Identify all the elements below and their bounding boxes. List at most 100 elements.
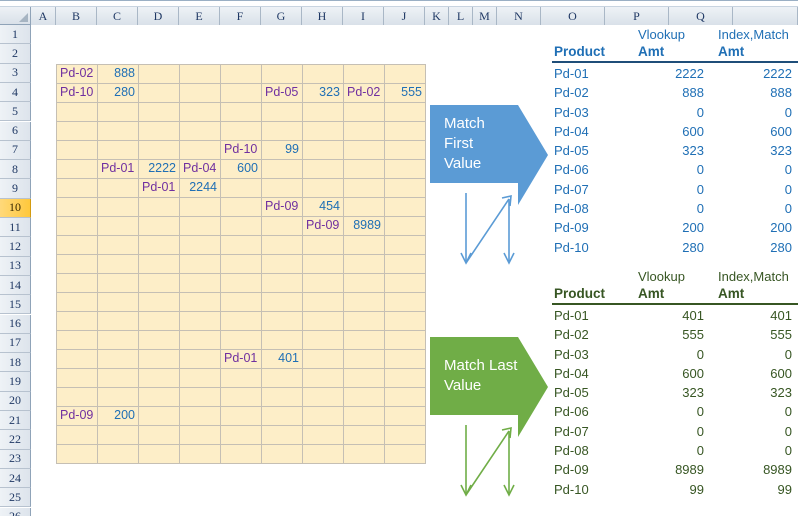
cell-C16[interactable] [98, 311, 139, 330]
column-header-e[interactable]: E [179, 7, 220, 25]
cell-C7[interactable] [98, 140, 139, 159]
cell-I9[interactable] [344, 178, 385, 197]
row-header-19[interactable]: 19 [0, 372, 31, 391]
cell-B16[interactable] [57, 311, 98, 330]
cell-E13[interactable] [180, 254, 221, 273]
row-header-23[interactable]: 23 [0, 450, 31, 469]
cell-J8[interactable] [385, 159, 426, 178]
column-header-j[interactable]: J [384, 7, 425, 25]
cell-I4[interactable]: Pd-02 [344, 83, 385, 102]
cell-B22[interactable] [57, 425, 98, 444]
cell-D15[interactable] [139, 292, 180, 311]
cell-J14[interactable] [385, 273, 426, 292]
cell-B19[interactable] [57, 368, 98, 387]
cell-E16[interactable] [180, 311, 221, 330]
cell-B18[interactable] [57, 349, 98, 368]
cell-G6[interactable] [262, 121, 303, 140]
row-header-15[interactable]: 15 [0, 295, 31, 314]
row-header-18[interactable]: 18 [0, 353, 31, 372]
cell-G16[interactable] [262, 311, 303, 330]
cell-I10[interactable] [344, 197, 385, 216]
cell-G21[interactable] [262, 406, 303, 425]
cell-I19[interactable] [344, 368, 385, 387]
cell-J15[interactable] [385, 292, 426, 311]
cell-D20[interactable] [139, 387, 180, 406]
column-header-o[interactable]: O [541, 7, 605, 25]
cell-H18[interactable] [303, 349, 344, 368]
cell-D18[interactable] [139, 349, 180, 368]
cell-B21[interactable]: Pd-09 [57, 406, 98, 425]
cell-I3[interactable] [344, 64, 385, 83]
cell-I23[interactable] [344, 444, 385, 463]
column-header-q[interactable]: Q [669, 7, 733, 25]
cell-H17[interactable] [303, 330, 344, 349]
cell-B7[interactable] [57, 140, 98, 159]
column-header-h[interactable]: H [302, 7, 343, 25]
cell-F22[interactable] [221, 425, 262, 444]
cell-H9[interactable] [303, 178, 344, 197]
cell-J12[interactable] [385, 235, 426, 254]
cell-G4[interactable]: Pd-05 [262, 83, 303, 102]
cell-G8[interactable] [262, 159, 303, 178]
row-header-3[interactable]: 3 [0, 64, 31, 83]
cell-C18[interactable] [98, 349, 139, 368]
cell-F14[interactable] [221, 273, 262, 292]
cell-F5[interactable] [221, 102, 262, 121]
cell-B3[interactable]: Pd-02 [57, 64, 98, 83]
cell-J11[interactable] [385, 216, 426, 235]
column-header-c[interactable]: C [97, 7, 138, 25]
cell-F7[interactable]: Pd-10 [221, 140, 262, 159]
cell-G19[interactable] [262, 368, 303, 387]
cell-G15[interactable] [262, 292, 303, 311]
cell-J21[interactable] [385, 406, 426, 425]
cell-F23[interactable] [221, 444, 262, 463]
cell-B13[interactable] [57, 254, 98, 273]
column-header-a[interactable]: A [31, 7, 56, 25]
cell-C20[interactable] [98, 387, 139, 406]
cell-C8[interactable]: Pd-01 [98, 159, 139, 178]
cell-G18[interactable]: 401 [262, 349, 303, 368]
cell-E20[interactable] [180, 387, 221, 406]
cell-E14[interactable] [180, 273, 221, 292]
cell-J16[interactable] [385, 311, 426, 330]
cell-H21[interactable] [303, 406, 344, 425]
cell-H15[interactable] [303, 292, 344, 311]
column-header-p[interactable]: P [605, 7, 669, 25]
callout-match-last-value[interactable]: Match Last Value [430, 337, 548, 437]
cell-F15[interactable] [221, 292, 262, 311]
cell-I15[interactable] [344, 292, 385, 311]
cell-J9[interactable] [385, 178, 426, 197]
cell-G12[interactable] [262, 235, 303, 254]
cell-B12[interactable] [57, 235, 98, 254]
cell-J4[interactable]: 555 [385, 83, 426, 102]
cell-B4[interactable]: Pd-10 [57, 83, 98, 102]
cell-D22[interactable] [139, 425, 180, 444]
cell-B20[interactable] [57, 387, 98, 406]
cell-D14[interactable] [139, 273, 180, 292]
cell-C15[interactable] [98, 292, 139, 311]
cell-J6[interactable] [385, 121, 426, 140]
cell-C22[interactable] [98, 425, 139, 444]
cell-E9[interactable]: 2244 [180, 178, 221, 197]
cell-H22[interactable] [303, 425, 344, 444]
cell-J7[interactable] [385, 140, 426, 159]
cell-I7[interactable] [344, 140, 385, 159]
row-header-26[interactable]: 26 [0, 508, 31, 516]
cell-E12[interactable] [180, 235, 221, 254]
cell-D9[interactable]: Pd-01 [139, 178, 180, 197]
cell-J23[interactable] [385, 444, 426, 463]
cell-F20[interactable] [221, 387, 262, 406]
cell-D6[interactable] [139, 121, 180, 140]
cell-E19[interactable] [180, 368, 221, 387]
cell-D3[interactable] [139, 64, 180, 83]
cell-F17[interactable] [221, 330, 262, 349]
row-header-24[interactable]: 24 [0, 469, 31, 488]
cell-B8[interactable] [57, 159, 98, 178]
cell-H6[interactable] [303, 121, 344, 140]
cell-G9[interactable] [262, 178, 303, 197]
row-header-6[interactable]: 6 [0, 122, 31, 141]
cell-D8[interactable]: 2222 [139, 159, 180, 178]
row-header-4[interactable]: 4 [0, 83, 31, 102]
cell-B9[interactable] [57, 178, 98, 197]
cell-B15[interactable] [57, 292, 98, 311]
